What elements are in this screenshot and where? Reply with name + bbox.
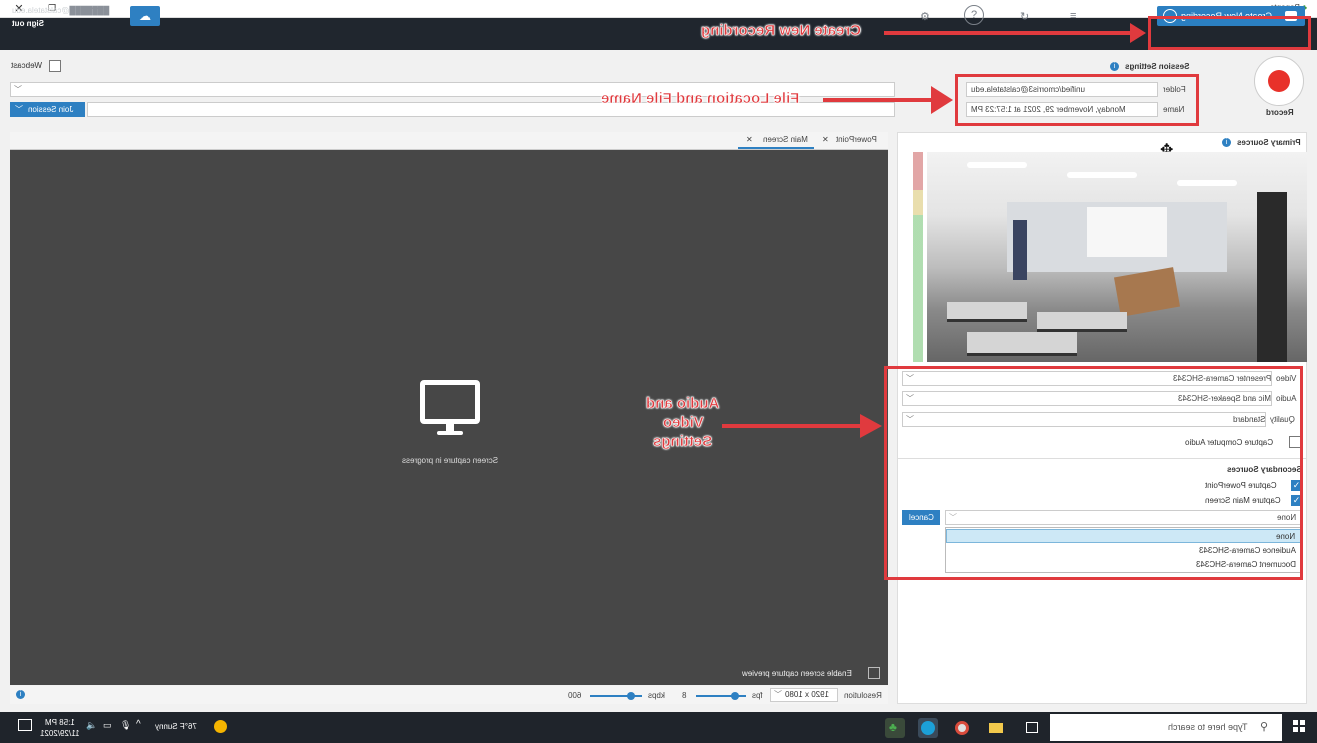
monitor-icon (420, 380, 480, 424)
kbps-value: 600 (568, 691, 582, 700)
tab-main-screen[interactable]: Main Screen (738, 135, 814, 149)
tab-close-icon[interactable]: ✕ (822, 135, 829, 144)
help-icon[interactable]: ? (964, 5, 984, 25)
monitor-base (437, 431, 463, 435)
annotation-av-label: Audio and Video Settings (646, 395, 720, 451)
chevron-down-icon: ﹀ (14, 85, 22, 94)
annotation-arrow (884, 31, 1130, 35)
sign-out-link[interactable]: Sign out (12, 19, 44, 28)
weather-text[interactable]: 76°F Sunny (155, 722, 197, 731)
door (1257, 192, 1287, 362)
info-icon[interactable]: i (16, 690, 25, 699)
annotation-arrow (823, 98, 933, 102)
enable-preview-checkbox[interactable] (868, 667, 880, 679)
tab-powerpoint[interactable]: PowerPoint (836, 135, 877, 144)
camera-preview (927, 152, 1307, 362)
person (1013, 220, 1027, 280)
kbps-slider-thumb[interactable] (627, 692, 635, 700)
info-icon[interactable]: i (1222, 138, 1231, 147)
annotation-arrow-head (1130, 23, 1146, 43)
user-email: ███████@calstatela.edu (12, 6, 110, 15)
annotation-box-av (884, 366, 1303, 580)
annotation-box-file (955, 74, 1199, 126)
panopto-taskbar-icon[interactable]: ♣ (885, 718, 905, 738)
chevron-up-icon[interactable]: ^ (136, 719, 141, 730)
info-icon[interactable]: i (1110, 62, 1119, 71)
annotation-file-label: File Location and File Name (600, 90, 800, 108)
cardboard-box (1113, 267, 1181, 317)
notification-icon[interactable] (18, 719, 32, 731)
cloud-upload-button[interactable]: ☁ (130, 6, 160, 26)
chevron-down-icon: ﹀ (774, 690, 782, 699)
fps-slider-thumb[interactable] (731, 692, 739, 700)
record-label: Record (1266, 108, 1294, 117)
ceiling-light (1177, 180, 1237, 186)
capture-message: Screen capture in progress (401, 456, 499, 465)
cloud-upload-icon: ☁ (139, 9, 151, 23)
annotation-arrow-head (931, 86, 953, 114)
resolution-select[interactable]: ﹀ 1920 x 1080 (770, 688, 838, 702)
webcast-checkbox[interactable] (49, 60, 61, 72)
annotation-arrow (722, 424, 862, 428)
settings-icon[interactable]: ⚙ (920, 10, 930, 23)
enable-preview-label: Enable screen capture preview (742, 669, 852, 678)
annotation-box-create (1148, 16, 1311, 50)
sun-icon (214, 720, 227, 733)
file-explorer-taskbar-icon[interactable] (986, 718, 1006, 738)
desk (1037, 312, 1127, 332)
search-icon: ⚲ (1260, 721, 1269, 733)
join-session-button[interactable]: ﹀ Join Session (10, 102, 85, 117)
clock[interactable]: 1:58 PM 11/29/2021 (40, 717, 79, 739)
annotation-create-label: Create New Recording (700, 22, 862, 40)
projection-screen (1087, 207, 1167, 257)
primary-sources-title: Primary Sources (1237, 138, 1301, 147)
kbps-label: kbps (648, 691, 665, 700)
annotation-arrow-head (860, 414, 882, 438)
fps-label: fps (752, 691, 763, 700)
desk (967, 332, 1077, 356)
refresh-icon[interactable]: ↻ (1020, 10, 1029, 23)
fps-value: 8 (682, 691, 687, 700)
network-icon[interactable]: ▭ (103, 720, 112, 731)
windows-start-icon[interactable] (1293, 720, 1305, 732)
microphone-icon[interactable]: 🎙 (120, 720, 131, 731)
webcast-label: Webcast (11, 61, 42, 70)
resolution-label: Resolution (844, 691, 882, 700)
ceiling-light (1067, 172, 1137, 178)
ceiling-light (967, 162, 1027, 168)
manage-recordings-icon[interactable]: ≡ (1070, 10, 1076, 22)
chrome-taskbar-icon[interactable] (952, 718, 972, 738)
session-settings-title: Session Settings (1125, 62, 1190, 71)
taskbar-search-input[interactable]: Type here to search ⚲ (1050, 714, 1282, 741)
record-icon[interactable] (1268, 70, 1290, 92)
desk (947, 302, 1027, 322)
edge-taskbar-icon[interactable] (918, 718, 938, 738)
volume-icon[interactable]: 🔈 (86, 720, 97, 731)
chevron-down-icon: ﹀ (15, 105, 23, 114)
audio-level-meter (913, 152, 923, 362)
task-view-icon[interactable] (1022, 718, 1042, 738)
window-titlebar: ✕ ❐ — Panopto ♣ (0, 0, 1317, 18)
